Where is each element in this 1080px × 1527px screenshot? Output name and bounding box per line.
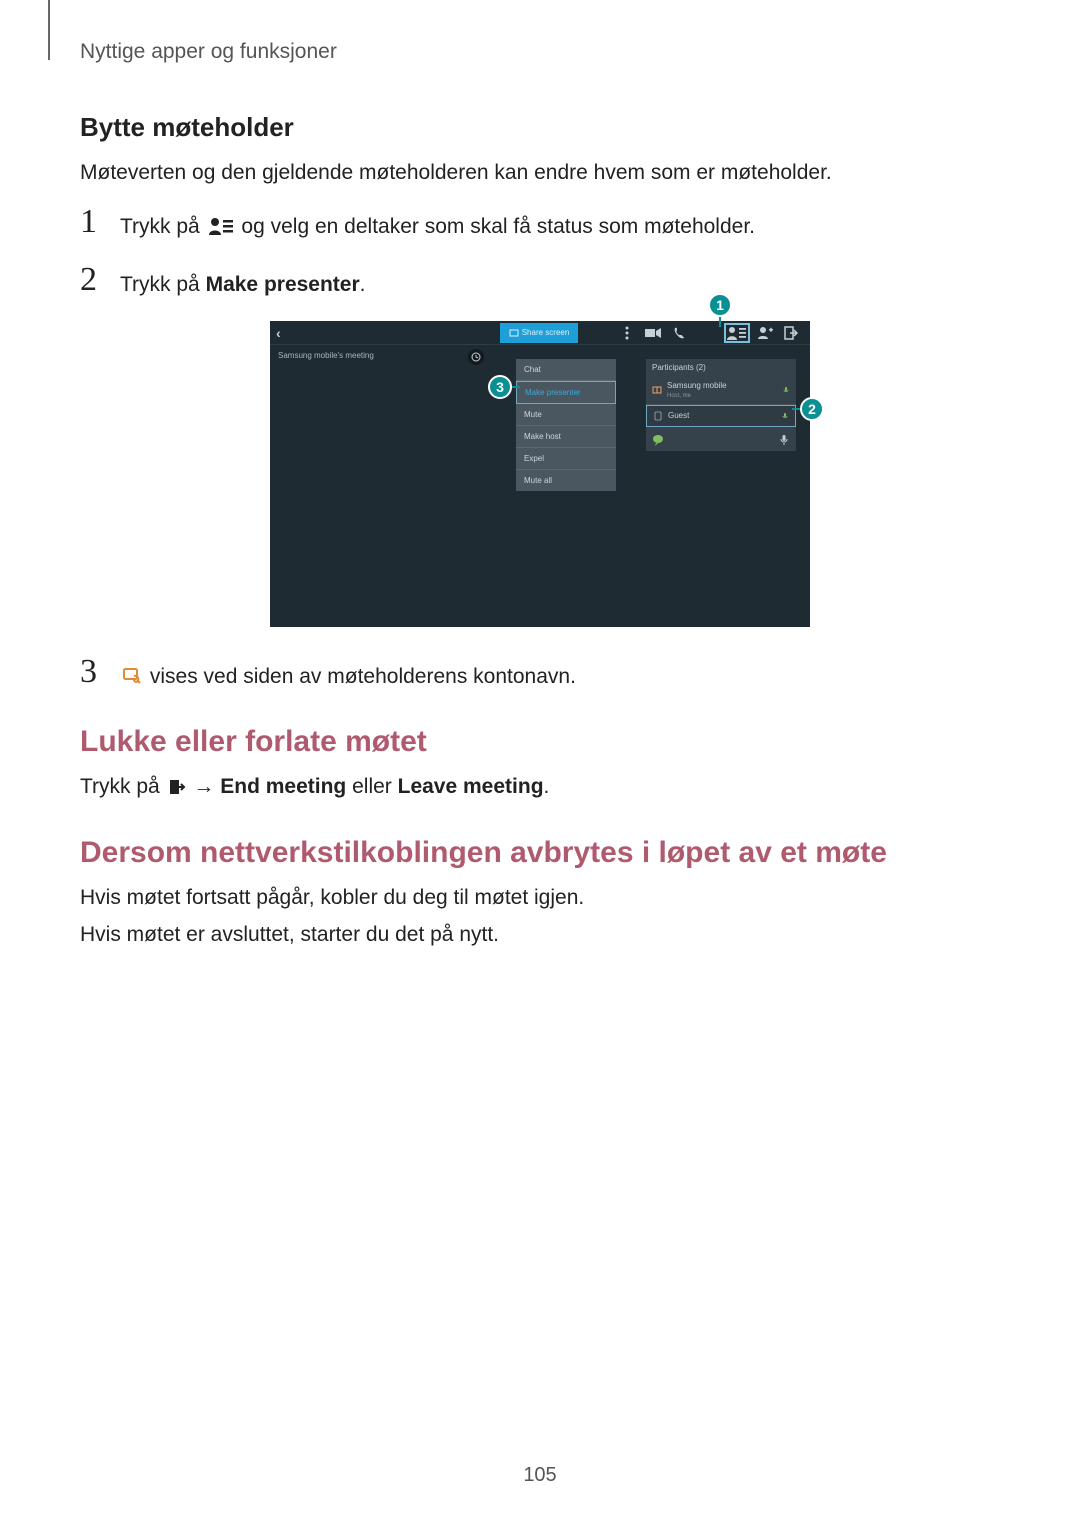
bold: Make presenter — [206, 273, 360, 296]
text: → — [188, 775, 221, 798]
step-body: vises ved siden av møteholderens kontona… — [120, 655, 576, 696]
callout-1: 1 — [708, 293, 732, 317]
text: Host, me — [667, 393, 691, 399]
breadcrumb: Nyttige apper og funksjoner — [80, 40, 1000, 64]
chat-icon — [652, 433, 664, 445]
video-icon — [642, 324, 664, 342]
exit-icon — [780, 324, 802, 342]
participant-row-selected: Guest — [646, 405, 796, 427]
step-1: 1 Trykk på og velg en deltaker som skal … — [80, 205, 1000, 246]
step-body: Trykk på Make presenter. — [120, 263, 366, 301]
page-rule — [48, 0, 50, 60]
heading-network: Dersom nettverkstilkoblingen avbrytes i … — [80, 836, 1000, 870]
step-2: 2 Trykk på Make presenter. — [80, 263, 1000, 301]
dd-item: Expel — [516, 448, 616, 470]
participant-row: Samsung mobile Host, me — [646, 376, 796, 405]
mic-icon — [778, 433, 790, 445]
step-3: 3 vises ved siden av møteholderens konto… — [80, 655, 1000, 696]
participant-name: Guest — [668, 411, 781, 420]
step-body: Trykk på og velg en deltaker som skal få… — [120, 205, 755, 246]
step-number: 1 — [80, 205, 120, 239]
text: eller — [346, 775, 397, 798]
user-icon — [653, 411, 663, 421]
share-button: Share screen — [500, 323, 578, 343]
step-number: 3 — [80, 655, 120, 689]
participants-panel: Participants (2) Samsung mobile Host, me — [646, 359, 796, 451]
heading-close-meeting: Lukke eller forlate møtet — [80, 725, 1000, 759]
presenter-badge-icon — [652, 385, 662, 395]
heading-change-presenter: Bytte møteholder — [80, 112, 1000, 143]
text: . — [544, 775, 550, 798]
bold: Leave meeting — [398, 775, 544, 798]
options-icon — [616, 324, 638, 342]
callout-3: 3 — [488, 375, 512, 399]
meeting-title: Samsung mobile's meeting — [278, 351, 374, 360]
callout-line — [719, 317, 721, 327]
panel-header: Participants (2) — [646, 359, 796, 376]
text: Trykk på — [120, 273, 206, 296]
screenshot-mock: 1 2 3 ‹ Share screen — [270, 321, 810, 627]
exit-icon — [168, 774, 186, 806]
text: Samsung mobile — [667, 381, 727, 390]
add-user-icon — [754, 324, 776, 342]
presenter-badge-icon — [122, 664, 142, 696]
share-label: Share screen — [522, 328, 570, 337]
dd-item: Make host — [516, 426, 616, 448]
panel-footer — [646, 427, 796, 451]
participants-button-highlight — [724, 323, 750, 343]
page-content: Nyttige apper og funksjoner Bytte møteho… — [0, 0, 1080, 951]
intro-change: Møteverten og den gjeldende møteholderen… — [80, 157, 1000, 189]
text: vises ved siden av møteholderens kontona… — [150, 665, 576, 688]
text: og velg en deltaker som skal få status s… — [241, 215, 755, 238]
clock-icon — [468, 349, 484, 365]
dd-item: Chat — [516, 359, 616, 381]
text: . — [360, 273, 366, 296]
net-text-1: Hvis møtet fortsatt pågår, kobler du deg… — [80, 882, 1000, 914]
dd-item: Mute — [516, 404, 616, 426]
call-icon — [668, 324, 690, 342]
step-number: 2 — [80, 263, 120, 297]
dd-item: Mute all — [516, 470, 616, 491]
mic-icon — [782, 386, 790, 394]
back-icon: ‹ — [276, 325, 281, 341]
bold: End meeting — [220, 775, 346, 798]
screenshot-figure: 1 2 3 ‹ Share screen — [80, 321, 1000, 627]
text: Trykk på — [120, 215, 206, 238]
participant-name: Samsung mobile Host, me — [667, 381, 782, 399]
text: Trykk på — [80, 775, 166, 798]
mic-icon — [781, 412, 789, 420]
callout-2: 2 — [800, 397, 824, 421]
close-text: Trykk på → End meeting eller Leave meeti… — [80, 771, 1000, 806]
dd-item-selected: Make presenter — [516, 381, 616, 404]
net-text-2: Hvis møtet er avsluttet, starter du det … — [80, 919, 1000, 951]
participants-icon — [208, 214, 234, 246]
dropdown-menu: Chat Make presenter Mute Make host Expel… — [516, 359, 616, 491]
page-number: 105 — [0, 1464, 1080, 1487]
